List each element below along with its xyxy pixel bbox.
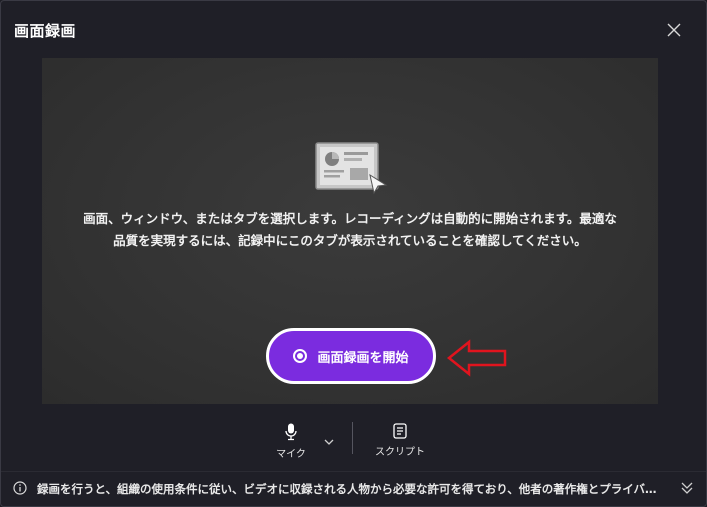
close-button[interactable]: [663, 19, 685, 41]
double-chevron-down-icon[interactable]: [679, 480, 695, 496]
info-icon: [13, 481, 27, 495]
close-icon: [667, 23, 681, 37]
preview-area: 画面、ウィンドウ、またはタブを選択します。レコーディングは自動的に開始されます。…: [42, 58, 658, 404]
dialog-title: 画面録画: [14, 22, 77, 40]
footer-notice: 録画を行うと、組織の使用条件に従い、ビデオに収録される人物から必要な許可を得てお…: [1, 471, 706, 506]
start-recording-label: 画面録画を開始: [317, 350, 409, 366]
start-recording-button[interactable]: 画面録画を開始: [266, 328, 436, 384]
footer-notice-text: 録画を行うと、組織の使用条件に従い、ビデオに収録される人物から必要な許可を得てお…: [37, 482, 661, 496]
screen-share-illustration-icon: [315, 142, 388, 195]
script-button[interactable]: スクリプト: [371, 423, 429, 458]
microphone-button[interactable]: マイク: [271, 423, 311, 460]
script-label: スクリプト: [375, 447, 425, 458]
microphone-icon: [285, 423, 297, 441]
toolbar-divider: [352, 422, 353, 454]
chevron-down-icon[interactable]: [322, 435, 336, 449]
instruction-text: 画面、ウィンドウ、またはタブを選択します。レコーディングは自動的に開始されます。…: [83, 211, 617, 248]
annotation-arrow-icon: [447, 339, 507, 377]
script-icon: [393, 423, 407, 439]
screen-recording-dialog: 画面録画 画面、ウィンドウ、またはタブを選択します。レコーディングは自動的に開始…: [0, 0, 707, 507]
microphone-label: マイク: [276, 449, 306, 460]
record-icon: [293, 349, 308, 363]
